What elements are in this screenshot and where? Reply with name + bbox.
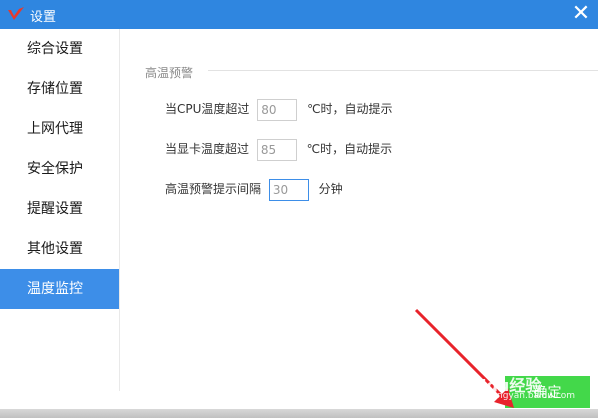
interval-input[interactable] [268, 178, 309, 201]
sidebar-item-temperature[interactable]: 温度监控 [0, 269, 119, 309]
window-title: 设置 [30, 10, 57, 25]
footer-shadow [0, 409, 598, 418]
sidebar-item-security[interactable]: 安全保护 [0, 149, 119, 189]
section-title: 高温预警 [145, 66, 194, 80]
sidebar-item-storage[interactable]: 存储位置 [0, 69, 119, 109]
cpu-threshold-input[interactable] [257, 98, 298, 121]
cpu-row: 当CPU温度超过 ℃时，自动提示 [165, 97, 393, 121]
sidebar-item-reminder[interactable]: 提醒设置 [0, 189, 119, 229]
cpu-suffix: ℃时，自动提示 [307, 102, 393, 116]
gpu-row: 当显卡温度超过 ℃时，自动提示 [165, 137, 392, 161]
gpu-suffix: ℃时，自动提示 [306, 142, 393, 156]
interval-label: 高温预警提示间隔 [165, 182, 262, 196]
settings-panel: 高温预警 当CPU温度超过 ℃时，自动提示 当显卡温度超过 ℃时，自动提示 高温… [120, 29, 598, 391]
app-logo-icon [8, 7, 24, 20]
gpu-label: 当显卡温度超过 [165, 142, 250, 156]
ok-button[interactable]: 确定 [505, 376, 590, 408]
title-bar: 设置 ✕ [0, 0, 598, 29]
interval-suffix: 分钟 [318, 182, 343, 196]
sidebar-item-other[interactable]: 其他设置 [0, 229, 119, 269]
cpu-label: 当CPU温度超过 [165, 102, 250, 116]
sidebar-item-general[interactable]: 综合设置 [0, 29, 119, 69]
interval-row: 高温预警提示间隔 分钟 [165, 177, 343, 201]
sidebar: 综合设置 存储位置 上网代理 安全保护 提醒设置 其他设置 温度监控 [0, 29, 119, 391]
close-icon[interactable]: ✕ [570, 3, 592, 25]
gpu-threshold-input[interactable] [256, 138, 297, 161]
sidebar-item-proxy[interactable]: 上网代理 [0, 109, 119, 149]
section-divider [208, 70, 598, 71]
